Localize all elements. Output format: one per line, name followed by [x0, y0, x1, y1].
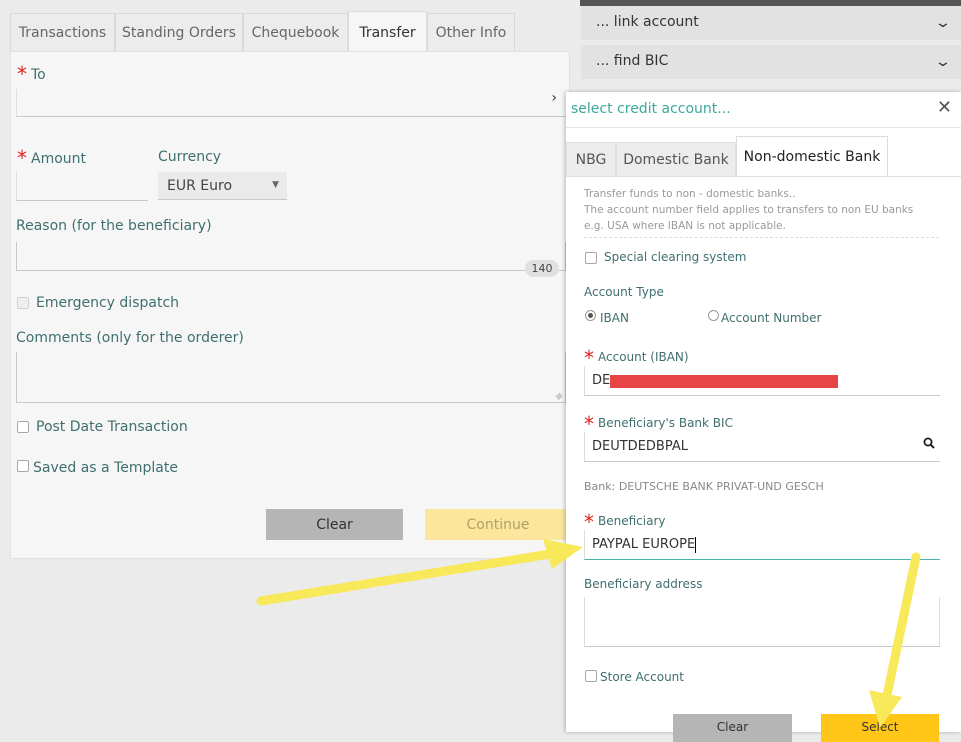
tab-other-info[interactable]: Other Info	[427, 13, 515, 52]
bic-label: * Beneficiary's Bank BIC	[584, 408, 733, 436]
transfer-form-panel: * To › * Amount Currency EUR Euro ▼ Reason…	[10, 51, 571, 559]
clear-button[interactable]: Clear	[266, 509, 403, 540]
main-tab-bar: Transactions Standing Orders Chequebook …	[10, 11, 570, 53]
dialog-tab-non-domestic-bank[interactable]: Non-domestic Bank	[736, 136, 888, 177]
post-date-label: Post Date Transaction	[36, 419, 188, 435]
info-line: The account number field applies to tran…	[584, 204, 914, 216]
to-label: * To	[17, 62, 46, 86]
continue-button[interactable]: Continue	[425, 509, 571, 540]
tab-transfer[interactable]: Transfer	[348, 11, 427, 53]
to-input[interactable]	[16, 89, 566, 117]
text-cursor	[695, 536, 697, 553]
dialog-title: select credit account...	[571, 101, 731, 117]
reason-input[interactable]	[16, 242, 566, 271]
required-asterisk: *	[17, 62, 27, 86]
close-icon[interactable]: ✕	[937, 97, 952, 118]
amount-label: * Amount	[17, 146, 87, 170]
beneficiary-label: * Beneficiary	[584, 506, 666, 534]
beneficiary-input[interactable]: PAYPAL EUROPE	[584, 530, 940, 560]
bic-value: DEUTDEDBPAL	[592, 439, 688, 454]
account-number-radio[interactable]	[708, 310, 719, 321]
chevron-down-icon: ⌄	[934, 54, 952, 70]
tab-transactions[interactable]: Transactions	[10, 13, 115, 52]
tab-chequebook[interactable]: Chequebook	[243, 13, 348, 52]
to-label-text: To	[31, 67, 46, 83]
dialog-select-button[interactable]: Select	[821, 714, 939, 742]
beneficiary-address-label: Beneficiary address	[584, 577, 703, 591]
chevron-down-icon: ⌄	[934, 15, 952, 31]
post-date-checkbox[interactable]	[17, 421, 29, 433]
special-clearing-label: Special clearing system	[604, 250, 747, 264]
account-iban-prefix: DE	[592, 373, 611, 388]
search-icon[interactable]	[923, 437, 935, 449]
amount-label-text: Amount	[31, 151, 87, 167]
dialog-info-text: Transfer funds to non - domestic banks..…	[584, 186, 939, 238]
info-line: e.g. USA where IBAN is not applicable.	[584, 220, 786, 232]
accordion-find-bic-label: ... find BIC	[596, 53, 669, 69]
comments-textarea[interactable]	[16, 352, 566, 403]
currency-label: Currency	[158, 149, 222, 165]
store-account-label: Store Account	[600, 670, 684, 684]
emergency-dispatch-label: Emergency dispatch	[36, 295, 180, 311]
dialog-clear-button[interactable]: Clear	[673, 714, 792, 742]
currency-select[interactable]: EUR Euro ▼	[158, 172, 287, 200]
iban-radio[interactable]	[585, 310, 596, 321]
account-type-label: Account Type	[584, 285, 664, 299]
saved-template-checkbox[interactable]	[17, 460, 29, 472]
reason-char-counter: 140	[525, 260, 559, 277]
iban-radio-label: IBAN	[600, 311, 629, 325]
dialog-tab-nbg[interactable]: NBG	[566, 142, 616, 177]
beneficiary-value: PAYPAL EUROPE	[592, 537, 696, 552]
currency-value: EUR Euro	[167, 178, 233, 194]
special-clearing-checkbox[interactable]	[585, 252, 597, 264]
store-account-checkbox[interactable]	[585, 670, 597, 682]
dialog-header-divider	[566, 127, 961, 128]
comments-label: Comments (only for the orderer)	[16, 330, 244, 346]
accordion-find-bic[interactable]: ... find BIC ⌄	[581, 45, 961, 79]
emergency-dispatch-checkbox[interactable]	[17, 297, 29, 309]
select-credit-account-dialog: select credit account... ✕ NBG Domestic …	[566, 92, 961, 742]
dialog-tabs-divider	[566, 176, 961, 177]
account-iban-label-text: Account (IBAN)	[598, 350, 689, 364]
accordion-link-account-label: ... link account	[596, 14, 699, 30]
reason-label: Reason (for the beneficiary)	[16, 218, 212, 234]
amount-input[interactable]	[16, 172, 148, 201]
account-iban-label: * Account (IBAN)	[584, 342, 689, 370]
dialog-tab-domestic-bank[interactable]: Domestic Bank	[616, 142, 736, 177]
saved-template-label: Saved as a Template	[33, 460, 178, 476]
redacted-iban-bar	[610, 375, 838, 388]
dropdown-arrow-icon: ▼	[272, 180, 279, 190]
tab-standing-orders[interactable]: Standing Orders	[115, 13, 243, 52]
beneficiary-label-text: Beneficiary	[598, 514, 666, 528]
account-iban-input[interactable]: DE	[584, 366, 940, 396]
account-number-radio-label: Account Number	[721, 311, 822, 325]
accordion-link-account[interactable]: ... link account ⌄	[581, 6, 961, 40]
info-line: Transfer funds to non - domestic banks..	[584, 188, 796, 200]
bank-info-text: Bank: DEUTSCHE BANK PRIVAT-UND GESCH	[584, 480, 824, 493]
bic-input[interactable]: DEUTDEDBPAL	[584, 432, 940, 462]
chevron-right-icon[interactable]: ›	[551, 90, 557, 106]
bic-label-text: Beneficiary's Bank BIC	[598, 416, 733, 430]
beneficiary-address-textarea[interactable]	[584, 597, 940, 647]
required-asterisk: *	[17, 146, 27, 170]
